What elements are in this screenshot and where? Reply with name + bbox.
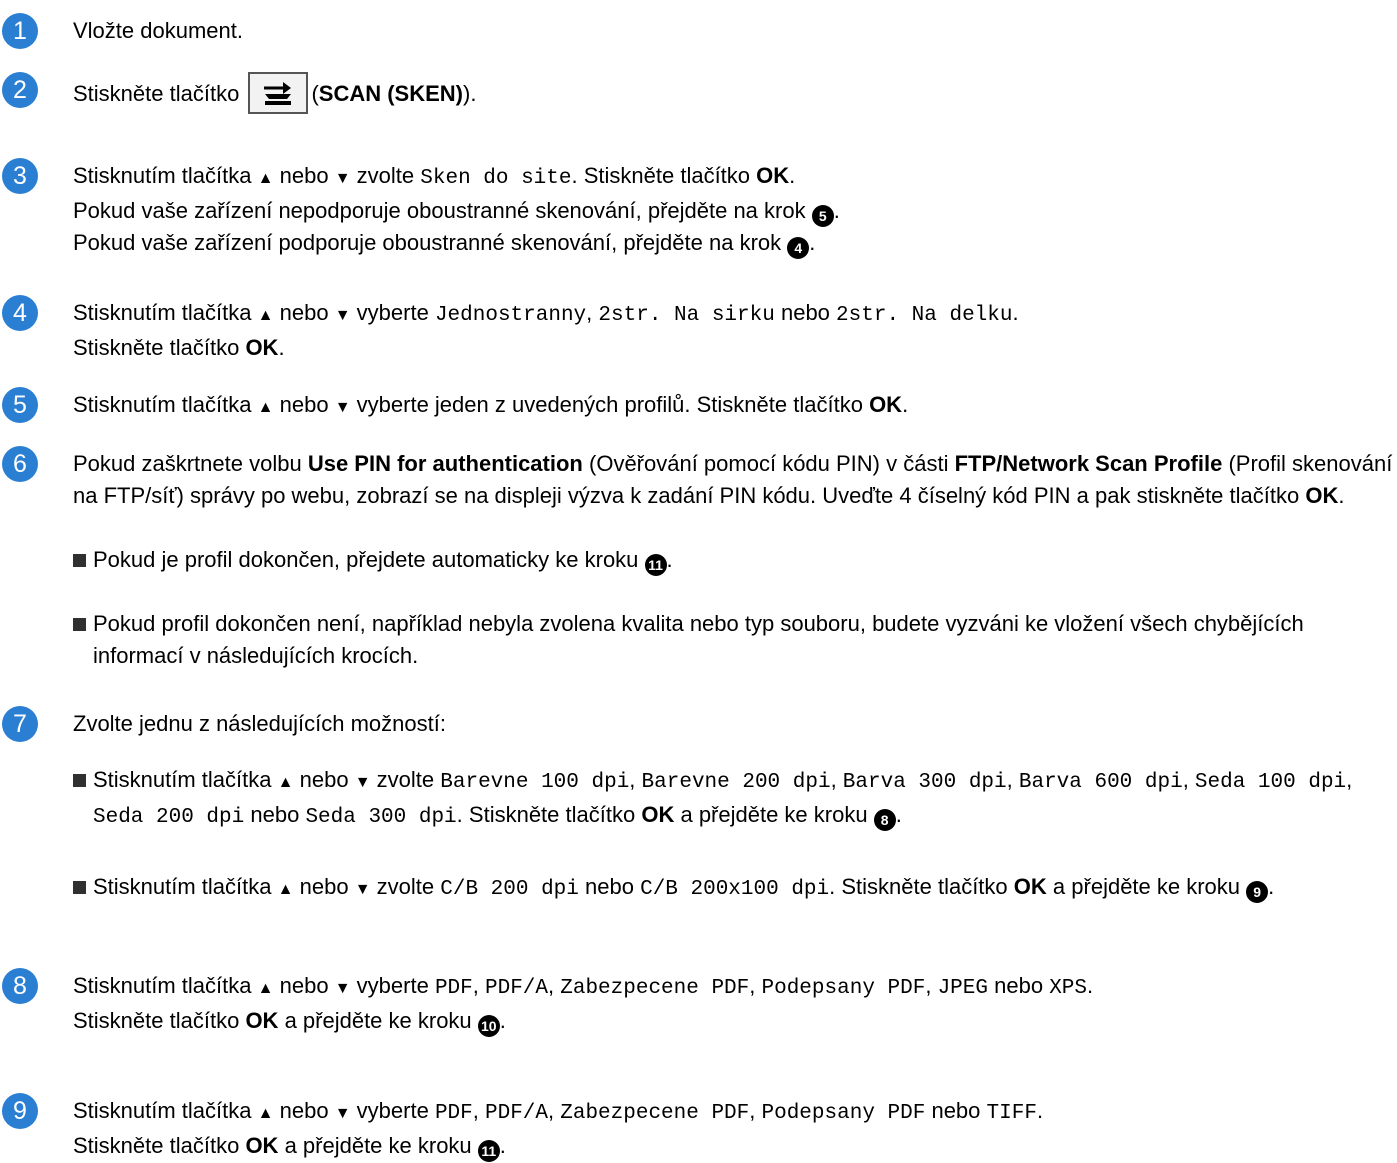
down-arrow-icon: ▼ [334,1105,351,1122]
up-arrow-icon: ▲ [257,399,274,416]
ok-label: OK [245,1133,279,1158]
menu-option: Seda 100 dpi [1194,771,1347,794]
up-arrow-icon: ▲ [257,1105,274,1122]
file-format-option: XPS [1049,977,1087,1000]
down-arrow-icon: ▼ [354,774,371,791]
down-arrow-icon: ▼ [334,399,351,416]
bullet-icon [73,774,86,787]
menu-option: Barva 300 dpi [842,771,1007,794]
up-arrow-icon: ▲ [277,881,294,898]
menu-option: Barevne 200 dpi [641,771,831,794]
menu-option: 2str. Na delku [836,304,1013,327]
file-format-option: TIFF [986,1102,1037,1125]
ok-label: OK [245,335,279,360]
file-format-option: Podepsany PDF [761,977,926,1000]
step-ref-badge: 8 [873,809,896,831]
step-ref-badge: 10 [477,1015,500,1037]
menu-option: 2str. Na sirku [598,304,775,327]
down-arrow-icon: ▼ [334,307,351,324]
step-text: Vložte dokument. [73,18,243,43]
step-number-badge: 7 [2,706,38,742]
bullet-icon [73,554,86,567]
menu-option: Barevne 100 dpi [440,771,630,794]
step-number-badge: 3 [2,158,38,194]
ftp-profile-label: FTP/Network Scan Profile [954,451,1223,476]
down-arrow-icon: ▼ [334,170,351,187]
menu-option: Jednostranny [434,304,587,327]
menu-option: Barva 600 dpi [1018,771,1183,794]
bullet-icon [73,618,86,631]
down-arrow-icon: ▼ [334,980,351,997]
up-arrow-icon: ▲ [277,774,294,791]
down-arrow-icon: ▼ [354,881,371,898]
up-arrow-icon: ▲ [257,980,274,997]
scan-label: SCAN (SKEN) [318,80,463,106]
menu-option: Seda 300 dpi [305,806,457,829]
pin-option-label: Use PIN for authentication [307,451,583,476]
ok-label: OK [756,163,790,188]
step-ref-badge: 5 [811,205,834,227]
up-arrow-icon: ▲ [257,307,274,324]
file-format-option: Zabezpecene PDF [560,977,750,1000]
step-text: Stiskněte tlačítko [73,80,240,106]
ok-label: OK [641,802,675,827]
file-format-option: PDF/A [484,977,548,1000]
step-ref-badge: 9 [1246,881,1269,903]
menu-option: Sken do site [420,167,572,190]
ok-label: OK [245,1008,279,1033]
up-arrow-icon: ▲ [257,170,274,187]
step-number-badge: 9 [2,1093,38,1129]
menu-option: C/B 200x100 dpi [640,878,830,901]
step-number-badge: 2 [2,72,38,108]
step-number-badge: 8 [2,968,38,1004]
scan-icon [264,82,292,105]
ok-label: OK [1013,874,1047,899]
file-format-option: Zabezpecene PDF [560,1102,750,1125]
menu-option: Seda 200 dpi [93,806,245,829]
file-format-option: PDF [434,1102,473,1125]
step-ref-badge: 11 [477,1140,500,1162]
step-number-badge: 1 [2,13,38,49]
step-number-badge: 4 [2,295,38,331]
step-ref-badge: 4 [787,237,810,259]
menu-option: C/B 200 dpi [440,878,579,901]
ok-label: OK [1305,483,1339,508]
step-number-badge: 6 [2,446,38,482]
file-format-option: PDF/A [484,1102,548,1125]
step-number-badge: 5 [2,387,38,423]
scan-button[interactable] [248,72,309,114]
ok-label: OK [869,392,903,417]
step-ref-badge: 11 [644,554,667,576]
bullet-icon [73,881,86,894]
file-format-option: JPEG [937,977,988,1000]
file-format-option: Podepsany PDF [761,1102,926,1125]
file-format-option: PDF [434,977,473,1000]
